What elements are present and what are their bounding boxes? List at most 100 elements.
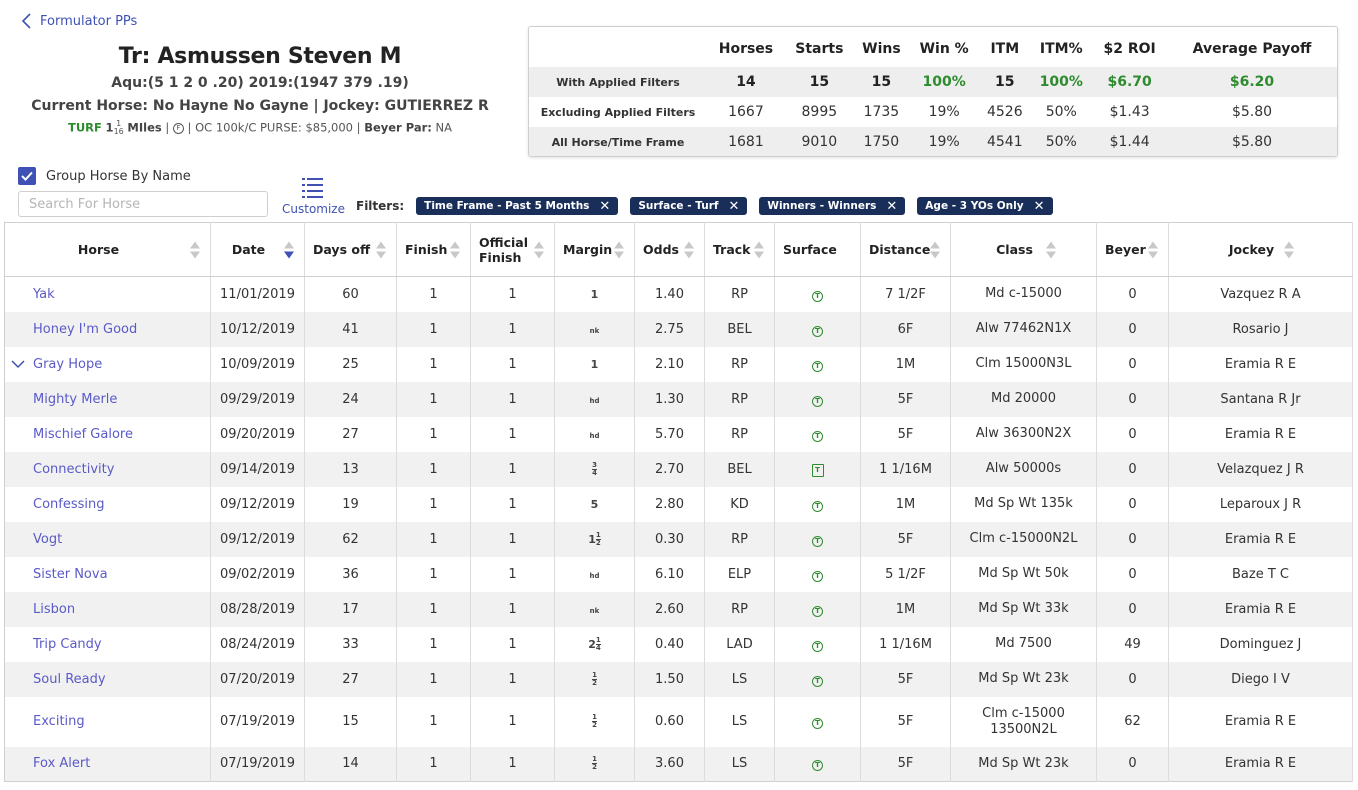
filter-chip-label: Winners - Winners [767,200,877,212]
sort-icon[interactable] [1148,241,1158,258]
table-row[interactable]: Fox Alert 07/19/2019 14 1 1 1 2 3.60 LS T 5F Md Sp … [4,746,1353,782]
horse-name-link[interactable]: Confessing [4,486,211,522]
table-row[interactable]: Mischief Galore 09/20/2019 27 1 1 hd 5.70 RP T 5F… [4,416,1353,452]
close-icon[interactable]: ✕ [599,199,610,214]
column-header-surface[interactable]: Surface [774,222,861,277]
table-row[interactable]: Soul Ready 07/20/2019 27 1 1 1 2 1.50 LS T 5F Md Sp… [4,661,1353,697]
column-header-class[interactable]: Class [950,222,1097,277]
horse-name-link[interactable]: Connectivity [4,451,211,487]
days-off-cell: 13 [304,451,397,487]
sort-icon[interactable] [190,241,200,258]
search-horse-input[interactable] [18,191,268,217]
customize-button[interactable]: Customize [282,176,345,216]
margin-whole: 1 [590,288,599,302]
table-row[interactable]: Vogt 09/12/2019 62 1 1 1 1 2 0.30 RP T 5F Clm c-1500… [4,521,1353,557]
beyer-cell: 0 [1096,591,1169,627]
margin-whole: 1 [588,532,596,546]
table-row[interactable]: Exciting 07/19/2019 15 1 1 1 2 0.60 LS T 5F Clm c-1… [4,696,1353,747]
date-cell: 07/20/2019 [210,661,305,697]
horse-name-link[interactable]: Vogt [4,521,211,557]
beyer-cell: 62 [1096,696,1169,747]
sort-icon[interactable] [754,241,764,258]
horse-name-link[interactable]: Yak [4,276,211,312]
group-by-name-checkbox[interactable] [18,167,36,185]
back-link[interactable]: Formulator PPs [20,12,137,30]
horse-name-link[interactable]: Trip Candy [4,626,211,662]
table-row[interactable]: Trip Candy 08/24/2019 33 1 1 2 1 4 0.40 LAD T 1 1/1… [4,626,1353,662]
group-by-name-toggle[interactable]: Group Horse By Name [18,167,191,185]
column-header-horse[interactable]: Horse [4,222,211,277]
track-cell: RP [704,381,775,417]
horse-name-link[interactable]: Mischief Galore [4,416,211,452]
table-row[interactable]: Gray Hope 10/09/2019 25 1 1 1 2.10 RP T 1M Clm 150… [4,346,1353,382]
sort-descending-icon[interactable] [284,241,294,258]
table-row[interactable]: Sister Nova 09/02/2019 36 1 1 hd 6.10 ELP T 5 1/2… [4,556,1353,592]
sort-icon[interactable] [1284,241,1294,258]
table-row[interactable]: Yak 11/01/2019 60 1 1 1 1.40 RP T 7 1/2F Md c-1500… [4,276,1353,312]
horse-name-link[interactable]: Soul Ready [4,661,211,697]
column-header-track[interactable]: Track [704,222,775,277]
chevron-down-icon[interactable] [11,359,25,369]
class-text: Md 7500 [995,636,1052,651]
column-header-finish[interactable]: Finish [396,222,471,277]
stats-row-with-filters: With Applied Filters 14 15 15 100% 15 10… [529,67,1337,97]
turf-icon: T [812,605,823,617]
sort-icon[interactable] [684,241,694,258]
table-row[interactable]: Connectivity 09/14/2019 13 1 1 3 4 2.70 BEL T 1 1/… [4,451,1353,487]
distance-cell: 1M [860,346,951,382]
jockey-cell: Eramia R E [1168,346,1353,382]
horse-name: Honey I'm Good [33,321,138,337]
filter-chip-label: Time Frame - Past 5 Months [424,200,590,212]
column-header-odds[interactable]: Odds [634,222,705,277]
margin-abbrev: hd [589,432,600,440]
sort-icon[interactable] [376,241,386,258]
column-header-beyer[interactable]: Beyer [1096,222,1169,277]
table-row[interactable]: Lisbon 08/28/2019 17 1 1 nk 2.60 RP T 1M Md Sp Wt … [4,591,1353,627]
column-header-days-off[interactable]: Days off [304,222,397,277]
jockey-cell: Dominguez J [1168,626,1353,662]
close-icon[interactable]: ✕ [1034,199,1045,214]
column-header-distance[interactable]: Distance [860,222,951,277]
horse-name-link[interactable]: Exciting [4,696,211,747]
sort-icon[interactable] [930,241,940,258]
official-finish-cell: 1 [470,311,555,347]
horse-name-link[interactable]: Honey I'm Good [4,311,211,347]
close-icon[interactable]: ✕ [886,199,897,214]
horse-name-link[interactable]: Mighty Merle [4,381,211,417]
official-finish-cell: 1 [470,661,555,697]
stats-row-label: With Applied Filters [529,67,707,97]
class-text: Md Sp Wt 50k [978,566,1069,581]
date-cell: 11/01/2019 [210,276,305,312]
column-header-official-finish[interactable]: Official Finish [470,222,555,277]
close-icon[interactable]: ✕ [728,199,739,214]
distance-cell: 5F [860,521,951,557]
class-cell: Clm 15000N3L [950,346,1097,382]
margin-cell: 12 [554,661,635,697]
column-header-date[interactable]: Date [210,222,305,277]
days-off-cell: 15 [304,696,397,747]
column-header-margin[interactable]: Margin [554,222,635,277]
column-header-label: Odds [643,242,679,257]
horse-name-link[interactable]: Fox Alert [4,746,211,782]
filters-bar: Filters: Time Frame - Past 5 Months ✕ Sur… [356,197,1053,215]
chevron-left-icon [21,13,31,29]
column-header-jockey[interactable]: Jockey [1168,222,1353,277]
sort-icon[interactable] [1046,241,1056,258]
sort-icon[interactable] [534,241,544,258]
margin-cell: nk [554,591,635,627]
horse-name: Confessing [33,496,105,512]
table-row[interactable]: Honey I'm Good 10/12/2019 41 1 1 nk 2.75 BEL T 6F… [4,311,1353,347]
race-surface: TURF [67,120,102,135]
sort-icon[interactable] [614,241,624,258]
stats-table: Horses Starts Wins Win % ITM ITM% $2 ROI… [529,27,1337,156]
table-row[interactable]: Confessing 09/12/2019 19 1 1 5 2.80 KD T 1M Md Sp … [4,486,1353,522]
horse-name-link[interactable]: Lisbon [4,591,211,627]
surface-cell: T [774,746,861,782]
horse-name-link[interactable]: Gray Hope [4,346,211,382]
turf-icon: T [811,464,824,477]
odds-cell: 2.70 [634,451,705,487]
horse-name: Exciting [33,714,85,729]
horse-name-link[interactable]: Sister Nova [4,556,211,592]
table-row[interactable]: Mighty Merle 09/29/2019 24 1 1 hd 1.30 RP T 5F Md … [4,381,1353,417]
sort-icon[interactable] [450,241,460,258]
